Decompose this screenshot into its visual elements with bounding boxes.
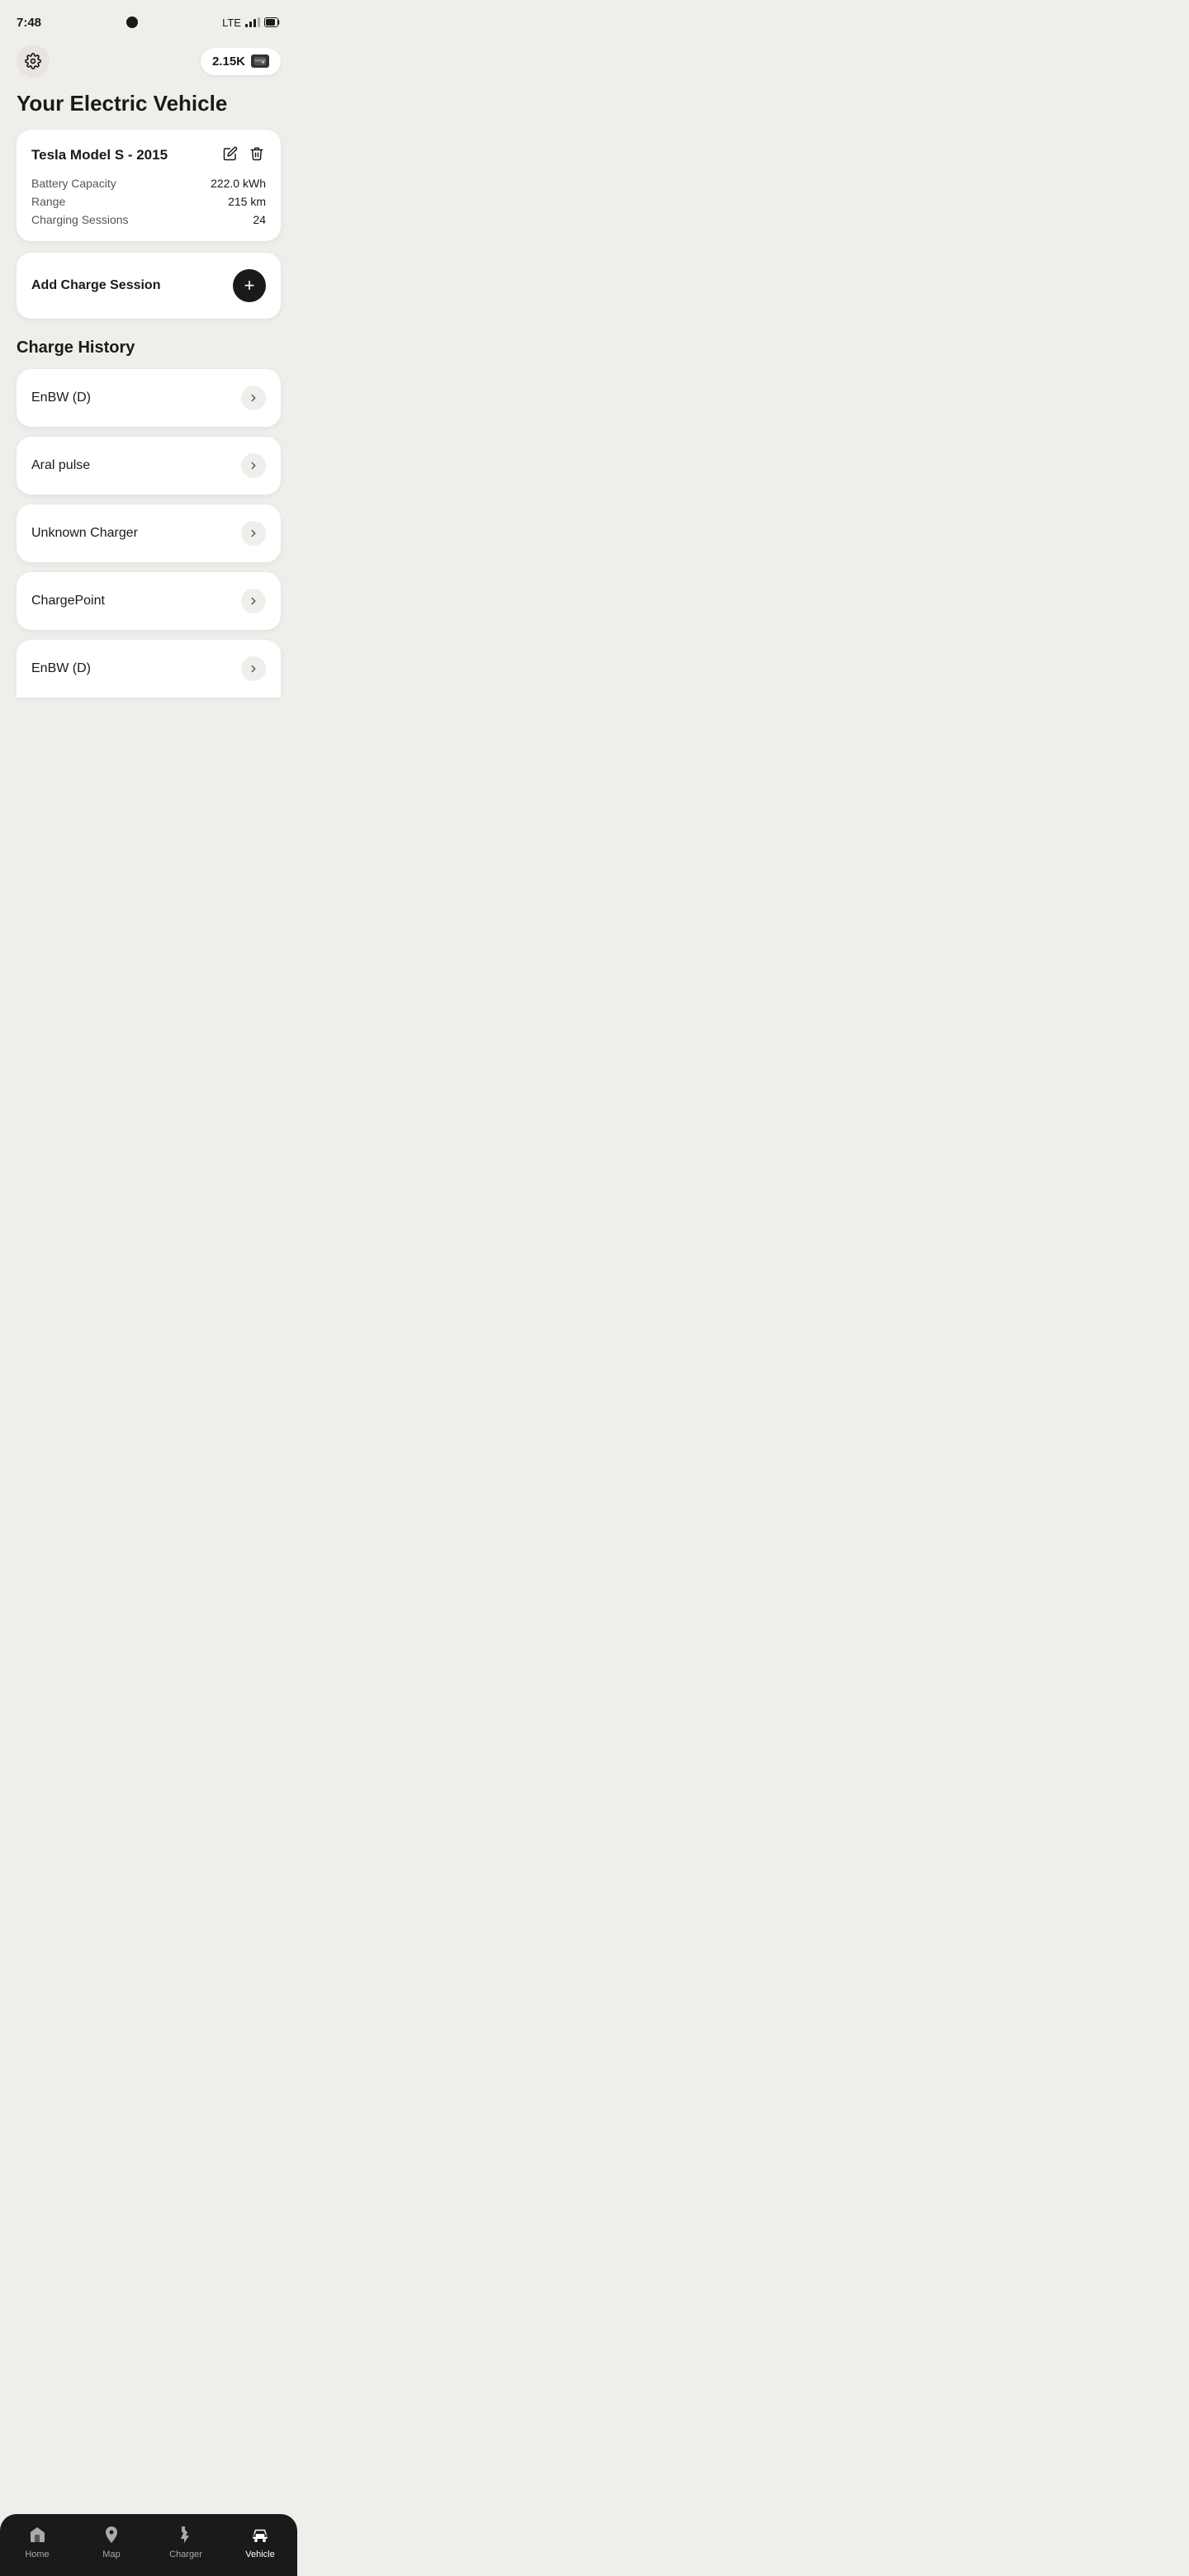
sessions-value: 24 xyxy=(253,213,266,226)
history-item-label-1: Aral pulse xyxy=(31,458,90,473)
battery-icon xyxy=(264,17,281,27)
plus-icon: + xyxy=(244,277,255,295)
add-session-button[interactable]: + xyxy=(233,269,266,302)
trash-icon xyxy=(249,146,264,161)
settings-button[interactable] xyxy=(17,45,50,78)
nav-vehicle[interactable]: Vehicle xyxy=(223,2524,297,2559)
map-icon xyxy=(101,2524,122,2545)
battery-label: Battery Capacity xyxy=(31,177,116,190)
chevron-right-icon-0 xyxy=(241,386,266,410)
add-session-label: Add Charge Session xyxy=(31,278,160,293)
status-indicators: LTE xyxy=(222,17,281,29)
camera-notch xyxy=(126,17,138,28)
chevron-right-icon-1 xyxy=(241,453,266,478)
sessions-label: Charging Sessions xyxy=(31,213,129,226)
range-label: Range xyxy=(31,195,65,208)
wallet-amount: 2.15K xyxy=(212,54,245,69)
vehicle-name: Tesla Model S - 2015 xyxy=(31,147,168,163)
page-title: Your Electric Vehicle xyxy=(17,91,281,116)
card-actions xyxy=(221,144,266,165)
vehicle-card: Tesla Model S - 2015 xyxy=(17,130,281,241)
charge-history-title: Charge History xyxy=(17,339,281,358)
vehicle-icon xyxy=(249,2524,271,2545)
vehicle-card-header: Tesla Model S - 2015 xyxy=(31,144,266,165)
history-item-label-0: EnBW (D) xyxy=(31,391,91,405)
nav-map[interactable]: Map xyxy=(74,2524,149,2559)
history-item-label-3: ChargePoint xyxy=(31,594,105,608)
delete-vehicle-button[interactable] xyxy=(248,144,266,165)
top-header: 2.15K xyxy=(0,36,297,84)
history-item-label-2: Unknown Charger xyxy=(31,526,138,541)
charger-icon xyxy=(175,2524,197,2545)
battery-stat-row: Battery Capacity 222.0 kWh xyxy=(31,177,266,190)
chevron-right-icon-2 xyxy=(241,521,266,546)
sessions-stat-row: Charging Sessions 24 xyxy=(31,213,266,226)
chevron-right-icon-4 xyxy=(241,656,266,681)
chevron-right-icon-3 xyxy=(241,589,266,613)
range-stat-row: Range 215 km xyxy=(31,195,266,208)
history-item-4[interactable]: EnBW (D) xyxy=(17,640,281,698)
nav-charger[interactable]: Charger xyxy=(149,2524,223,2559)
history-item-3[interactable]: ChargePoint xyxy=(17,572,281,630)
signal-icon xyxy=(245,17,260,27)
status-time: 7:48 xyxy=(17,16,41,30)
bottom-nav: Home Map Charger xyxy=(0,2514,297,2576)
edit-icon xyxy=(223,146,238,161)
home-icon xyxy=(26,2524,48,2545)
nav-vehicle-label: Vehicle xyxy=(245,2550,274,2559)
wallet-badge[interactable]: 2.15K xyxy=(201,48,281,75)
main-content: Your Electric Vehicle Tesla Model S - 20… xyxy=(0,84,297,780)
vehicle-stats: Battery Capacity 222.0 kWh Range 215 km … xyxy=(31,177,266,226)
edit-vehicle-button[interactable] xyxy=(221,144,239,165)
history-item-1[interactable]: Aral pulse xyxy=(17,437,281,495)
history-item-0[interactable]: EnBW (D) xyxy=(17,369,281,427)
range-value: 215 km xyxy=(228,195,266,208)
wallet-icon xyxy=(251,54,269,68)
battery-value: 222.0 kWh xyxy=(211,177,266,190)
gear-icon xyxy=(25,53,41,69)
nav-home-label: Home xyxy=(25,2550,49,2559)
history-item-2[interactable]: Unknown Charger xyxy=(17,504,281,562)
network-type: LTE xyxy=(222,17,241,29)
history-item-label-4: EnBW (D) xyxy=(31,661,91,676)
status-bar: 7:48 LTE xyxy=(0,0,297,36)
nav-charger-label: Charger xyxy=(169,2550,202,2559)
add-session-card[interactable]: Add Charge Session + xyxy=(17,253,281,319)
nav-home[interactable]: Home xyxy=(0,2524,74,2559)
nav-map-label: Map xyxy=(102,2550,120,2559)
